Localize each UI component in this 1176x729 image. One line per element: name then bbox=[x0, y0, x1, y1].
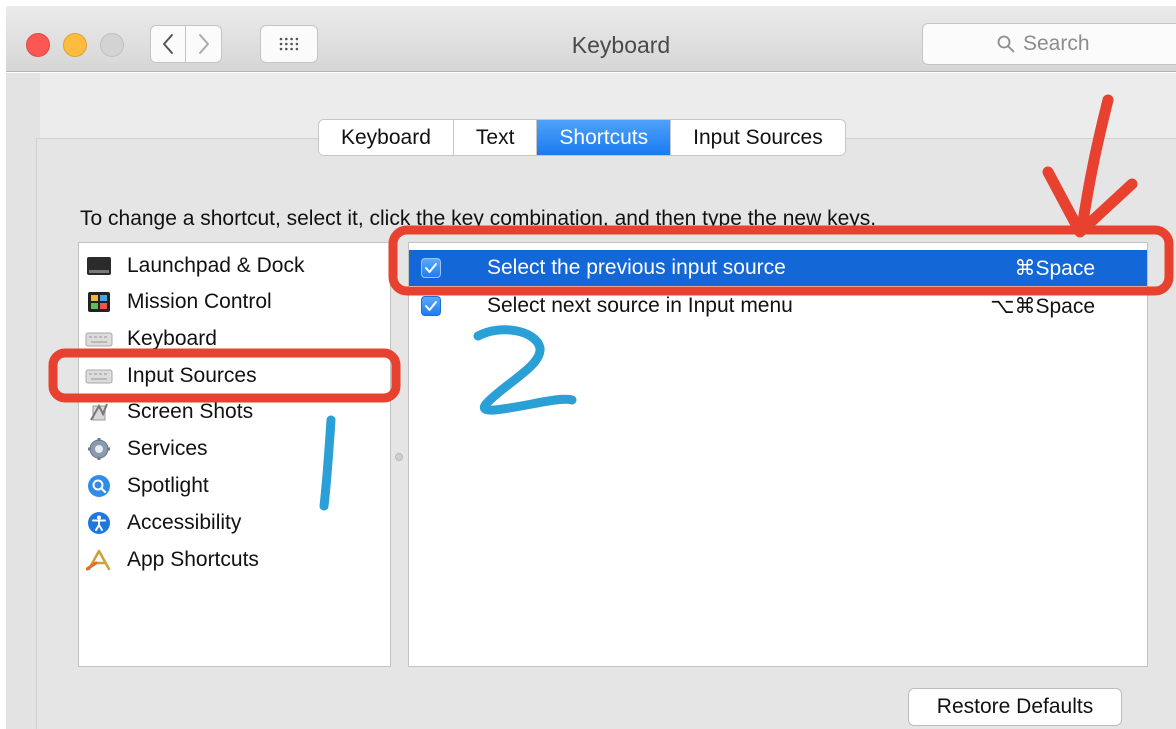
forward-button[interactable] bbox=[186, 25, 222, 63]
category-label: Services bbox=[127, 437, 208, 460]
chevron-right-icon bbox=[198, 34, 209, 54]
category-keyboard[interactable]: Keyboard bbox=[85, 322, 217, 356]
app-shortcuts-icon bbox=[85, 549, 113, 571]
minimize-button[interactable] bbox=[63, 33, 87, 57]
shortcut-list: Select the previous input source ⌘Space … bbox=[408, 242, 1148, 667]
shortcut-row[interactable]: Select next source in Input menu ⌥⌘Space bbox=[409, 288, 1147, 324]
category-label: Input Sources bbox=[127, 364, 257, 387]
tab-text[interactable]: Text bbox=[453, 120, 538, 155]
category-input-sources[interactable]: Input Sources bbox=[85, 359, 257, 393]
input-sources-icon bbox=[85, 365, 113, 387]
screenshot-icon bbox=[85, 401, 113, 423]
close-button[interactable] bbox=[26, 33, 50, 57]
category-screen-shots[interactable]: Screen Shots bbox=[85, 395, 253, 429]
category-label: Keyboard bbox=[127, 327, 217, 350]
category-spotlight[interactable]: Spotlight bbox=[85, 469, 209, 503]
tab-bar: Keyboard Text Shortcuts Input Sources bbox=[318, 119, 846, 156]
category-label: Accessibility bbox=[127, 511, 242, 534]
checkmark-icon bbox=[425, 301, 437, 311]
restore-defaults-button[interactable]: Restore Defaults bbox=[908, 688, 1122, 726]
keyboard-icon bbox=[85, 328, 113, 350]
shortcut-checkbox[interactable] bbox=[421, 296, 441, 316]
category-accessibility[interactable]: Accessibility bbox=[85, 506, 241, 540]
tab-shortcuts[interactable]: Shortcuts bbox=[537, 120, 672, 155]
services-gear-icon bbox=[85, 438, 113, 460]
titlebar: Keyboard bbox=[6, 6, 1176, 72]
checkmark-icon bbox=[425, 263, 437, 273]
shortcut-keys[interactable]: ⌥⌘Space bbox=[990, 294, 1095, 319]
search-field[interactable] bbox=[922, 23, 1176, 65]
category-app-shortcuts[interactable]: App Shortcuts bbox=[85, 543, 259, 577]
category-services[interactable]: Services bbox=[85, 432, 208, 466]
mission-control-icon bbox=[85, 291, 113, 313]
category-label: Spotlight bbox=[127, 474, 209, 497]
search-input[interactable] bbox=[1023, 32, 1173, 56]
zoom-button[interactable] bbox=[100, 33, 124, 57]
shortcut-label: Select next source in Input menu bbox=[487, 294, 793, 317]
split-view-handle[interactable] bbox=[395, 453, 403, 461]
shortcut-category-list: Launchpad & Dock Mission Control Keyboar… bbox=[78, 242, 391, 667]
category-label: App Shortcuts bbox=[127, 548, 259, 571]
category-launchpad-dock[interactable]: Launchpad & Dock bbox=[85, 249, 304, 283]
window-left-edge bbox=[6, 73, 40, 729]
show-all-button[interactable] bbox=[260, 25, 318, 63]
category-label: Mission Control bbox=[127, 290, 272, 313]
shortcut-label: Select the previous input source bbox=[487, 256, 786, 279]
tab-input-sources[interactable]: Input Sources bbox=[671, 120, 845, 155]
accessibility-icon bbox=[85, 512, 113, 534]
instructions-text: To change a shortcut, select it, click t… bbox=[80, 207, 877, 230]
spotlight-icon bbox=[85, 475, 113, 497]
chevron-left-icon bbox=[163, 34, 173, 54]
category-label: Launchpad & Dock bbox=[127, 254, 305, 277]
shortcut-keys[interactable]: ⌘Space bbox=[1014, 256, 1095, 281]
back-button[interactable] bbox=[150, 25, 186, 63]
search-icon bbox=[997, 35, 1015, 53]
tab-keyboard[interactable]: Keyboard bbox=[319, 120, 454, 155]
category-label: Screen Shots bbox=[127, 400, 254, 423]
shortcut-row[interactable]: Select the previous input source ⌘Space bbox=[409, 250, 1147, 286]
category-mission-control[interactable]: Mission Control bbox=[85, 285, 272, 319]
grid-icon bbox=[279, 37, 299, 51]
window-title: Keyboard bbox=[571, 32, 671, 58]
launchpad-dock-icon bbox=[85, 255, 113, 277]
shortcut-checkbox[interactable] bbox=[421, 258, 441, 278]
